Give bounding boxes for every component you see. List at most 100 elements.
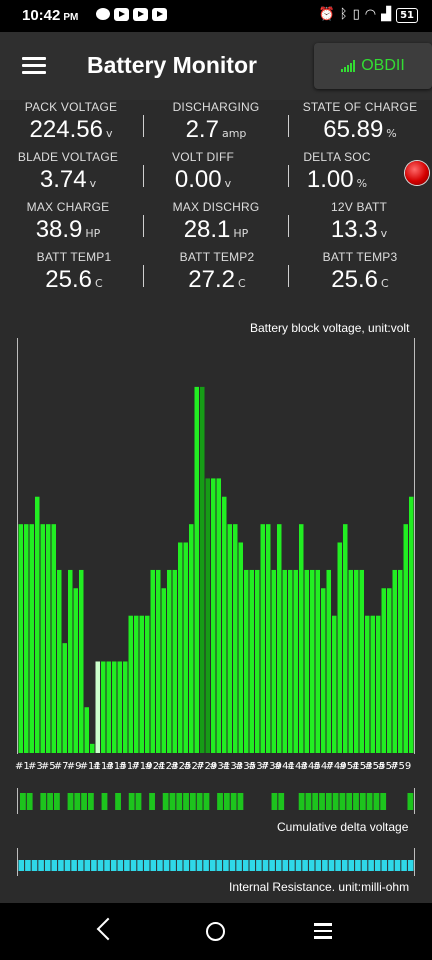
delta-bar [237,793,244,810]
delta-bar [196,793,203,810]
hamburger-menu-icon[interactable] [22,57,46,75]
metric-unit: HP [233,227,249,240]
voltage-bar [271,569,276,753]
voltage-bar [101,661,106,753]
recents-icon[interactable] [314,923,332,943]
metric-value: 38.9 [35,216,83,243]
voltage-bar [29,524,34,753]
resistance-bar [110,860,117,871]
delta-bar [169,793,176,810]
resistance-bar [302,860,308,871]
metric-max-dischrg: MAX DISCHRG 28.1 HP [146,200,286,244]
resistance-bar [394,860,401,871]
obd-connect-label: OBDII [361,57,405,74]
voltage-bar [321,588,326,753]
voltage-bar [172,569,177,753]
voltage-bar [183,542,188,753]
divider [288,215,289,237]
resistance-bar [374,860,381,871]
voltage-bar [51,524,56,753]
delta-bar [40,793,47,810]
metric-max-charge: MAX CHARGE 38.9 HP [0,200,138,244]
voltage-bar [194,386,199,753]
delta-bar [74,793,81,810]
screen: 10:42 PM ⏰ ᛒ ▯ ◠ ▟ 51 Battery Monitor OBD… [0,0,432,960]
delta-bar [53,793,60,810]
metric-label: 12V BATT [330,200,388,214]
delta-bar [87,793,94,810]
resistance-bar [31,860,38,871]
bluetooth-icon: ᛒ [339,7,348,22]
delta-bar [223,793,230,810]
delta-bar [230,793,237,810]
voltage-bar [90,743,95,753]
voltage-bar [139,615,144,753]
voltage-bar [117,661,122,753]
voltage-bar [35,496,40,753]
metric-value: 0.00 [174,166,222,193]
delta-bar [332,793,339,810]
voltage-bar [337,542,342,753]
voltage-bar [359,569,364,753]
divider [143,115,144,137]
metric-label: STATE OF CHARGE [302,100,418,114]
voltage-bar [260,524,265,753]
voltage-bar [354,569,359,753]
delta-bar [312,793,319,810]
voltage-bar [200,386,205,753]
voltage-bar [222,496,227,753]
resistance-bar [269,860,275,871]
voltage-bar [310,569,315,753]
resistance-bar [130,860,137,871]
obd-connect-button[interactable]: OBDII [314,43,432,89]
delta-bar [217,793,223,810]
voltage-bar [167,569,172,753]
divider [143,215,144,237]
delta-bar [346,793,353,810]
metric-12v-batt: 12V BATT 13.3 v [289,200,429,244]
resistance-bar [275,860,282,871]
voltage-bar [62,643,67,753]
home-icon[interactable] [206,922,225,941]
voltage-bar [244,569,249,753]
delta-bar [353,793,359,810]
resistance-bar [341,860,348,871]
voltage-bar [189,524,194,753]
status-time: 10:42 PM [22,7,79,24]
metric-label: MAX CHARGE [26,200,110,214]
metric-value: 224.56 [29,116,103,143]
x-tick-label: #59 [390,761,411,772]
metric-batt-temp2: BATT TEMP2 27.2 C [147,250,287,294]
metric-label: PACK VOLTAGE [24,100,118,114]
delta-bar [305,793,312,810]
metric-discharging: DISCHARGING 2.7 amp [146,100,286,144]
delta-bar [183,793,189,810]
resistance-bar [388,860,394,871]
voltage-bar [24,524,29,753]
record-button[interactable] [405,161,429,185]
metric-blade-voltage: BLADE VOLTAGE 3.74 v [0,150,138,194]
voltage-bar [293,569,298,753]
voltage-bar [266,524,271,753]
back-icon[interactable] [96,917,120,941]
cumulative-delta-chart [17,788,415,814]
resistance-bar [196,860,203,871]
metric-pack-voltage: PACK VOLTAGE 224.56 v [1,100,141,144]
voltage-bar [326,569,331,753]
metric-unit: C [238,277,246,290]
delta-bar [203,793,210,810]
resistance-bar [104,860,110,871]
metric-value: 2.7 [185,116,219,143]
voltage-bar [145,615,150,753]
resistance-bar [407,860,414,871]
delta-bar [149,793,155,810]
resistance-bar [216,860,223,871]
delta-bar [407,793,414,810]
metric-label: VOLT DIFF [171,150,235,164]
voltage-bar [392,569,397,753]
voltage-bar [381,588,386,753]
resistance-bar [335,860,341,871]
resistance-bar [203,860,209,871]
resistance-bar [124,860,130,871]
signal-strength-icon [341,60,356,72]
